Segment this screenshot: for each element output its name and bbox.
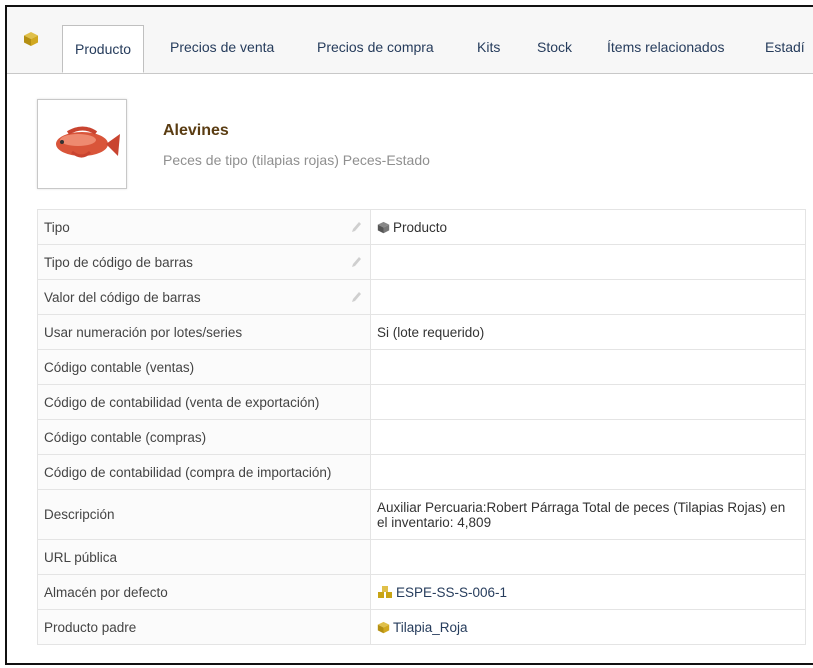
table-row: Código contable (compras) bbox=[37, 419, 806, 455]
product-properties-table: Tipo Producto Tipo de código de barras V… bbox=[37, 209, 806, 645]
row-value bbox=[370, 349, 806, 385]
table-row: Código de contabilidad (compra de import… bbox=[37, 454, 806, 490]
product-title: Alevines bbox=[163, 122, 229, 139]
fish-image bbox=[56, 126, 120, 158]
product-cube-icon bbox=[377, 621, 390, 633]
product-subtitle: Peces de tipo (tilapias rojas) Peces-Est… bbox=[163, 152, 430, 168]
table-row: Tipo Producto bbox=[37, 209, 806, 245]
row-label: Código contable (ventas) bbox=[37, 349, 371, 385]
row-label: Tipo bbox=[37, 209, 371, 245]
table-row: Tipo de código de barras bbox=[37, 244, 806, 280]
table-row: Descripción Auxiliar Percuaria:Robert Pá… bbox=[37, 489, 806, 540]
row-label: Producto padre bbox=[37, 609, 371, 645]
tab-producto[interactable]: Producto bbox=[62, 25, 145, 73]
warehouse-boxes-icon bbox=[378, 585, 392, 598]
row-label: Usar numeración por lotes/series bbox=[37, 314, 371, 350]
tab-precios-venta[interactable]: Precios de venta bbox=[170, 7, 274, 73]
table-row: Almacén por defecto ESPE-SS-S-006-1 bbox=[37, 574, 806, 610]
product-card-frame: Producto Precios de venta Precios de com… bbox=[5, 5, 813, 665]
row-label: URL pública bbox=[37, 539, 371, 575]
row-label: Valor del código de barras bbox=[37, 279, 371, 315]
tab-bar: Producto Precios de venta Precios de com… bbox=[7, 7, 813, 74]
tab-precios-compra[interactable]: Precios de compra bbox=[317, 7, 434, 73]
edit-pencil-icon[interactable] bbox=[350, 220, 362, 234]
row-value: Si (lote requerido) bbox=[370, 314, 806, 350]
table-row: Valor del código de barras bbox=[37, 279, 806, 315]
tab-kits[interactable]: Kits bbox=[477, 7, 500, 73]
warehouse-link[interactable]: ESPE-SS-S-006-1 bbox=[396, 585, 507, 600]
row-value: Auxiliar Percuaria:Robert Párraga Total … bbox=[370, 489, 806, 540]
row-value bbox=[370, 279, 806, 315]
row-value bbox=[370, 244, 806, 280]
row-label: Código de contabilidad (compra de import… bbox=[37, 454, 371, 490]
tab-items-relacionados[interactable]: Ítems relacionados bbox=[607, 7, 725, 73]
product-photo[interactable] bbox=[37, 99, 127, 189]
row-value bbox=[370, 454, 806, 490]
table-row: Código de contabilidad (venta de exporta… bbox=[37, 384, 806, 420]
row-label: Almacén por defecto bbox=[37, 574, 371, 610]
row-label: Descripción bbox=[37, 489, 371, 540]
row-value: Producto bbox=[370, 209, 806, 245]
row-label: Código contable (compras) bbox=[37, 419, 371, 455]
product-cube-icon bbox=[377, 221, 390, 233]
row-value bbox=[370, 539, 806, 575]
parent-product-link[interactable]: Tilapia_Roja bbox=[393, 620, 468, 635]
tab-stock[interactable]: Stock bbox=[537, 7, 572, 73]
edit-pencil-icon[interactable] bbox=[350, 255, 362, 269]
table-row: Producto padre Tilapia_Roja bbox=[37, 609, 806, 645]
row-label: Tipo de código de barras bbox=[37, 244, 371, 280]
row-value: ESPE-SS-S-006-1 bbox=[370, 574, 806, 610]
row-value bbox=[370, 419, 806, 455]
table-row: Usar numeración por lotes/series Si (lot… bbox=[37, 314, 806, 350]
tab-estadisticas[interactable]: Estadí bbox=[765, 7, 805, 73]
table-row: URL pública bbox=[37, 539, 806, 575]
row-value: Tilapia_Roja bbox=[370, 609, 806, 645]
product-cube-icon bbox=[24, 32, 38, 46]
edit-pencil-icon[interactable] bbox=[350, 290, 362, 304]
table-row: Código contable (ventas) bbox=[37, 349, 806, 385]
row-value bbox=[370, 384, 806, 420]
row-label: Código de contabilidad (venta de exporta… bbox=[37, 384, 371, 420]
